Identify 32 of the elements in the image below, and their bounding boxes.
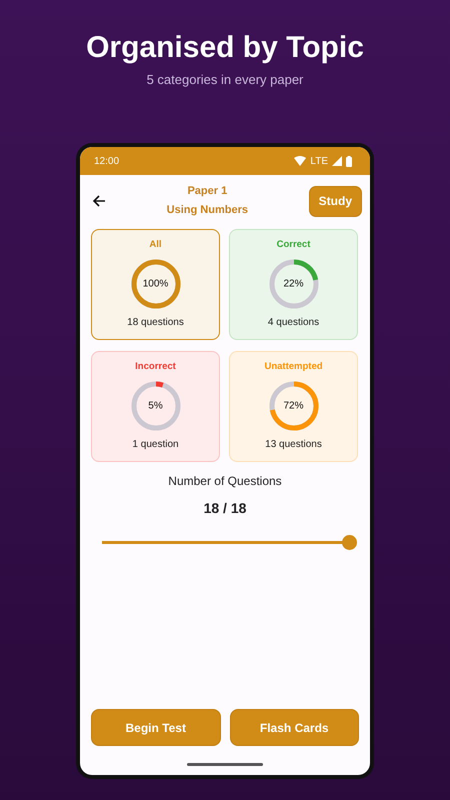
- category-label: Unattempted: [264, 361, 323, 372]
- progress-ring: [128, 379, 182, 433]
- battery-icon: [346, 156, 352, 166]
- percent-label: 5%: [148, 400, 163, 412]
- question-count: 4 questions: [268, 317, 320, 328]
- wifi-icon: [294, 156, 306, 166]
- paper-title: Paper 1: [186, 184, 228, 199]
- percent-label: 100%: [142, 278, 168, 290]
- progress-ring: [266, 379, 320, 433]
- progress-ring: [266, 257, 320, 311]
- headline-subtitle: 5 categories in every paper: [146, 72, 304, 87]
- category-card[interactable]: Unattempted 72% 13 questions: [229, 351, 358, 462]
- category-card[interactable]: All 100% 18 questions: [91, 229, 220, 340]
- question-count: 18 questions: [127, 317, 184, 328]
- percent-label: 72%: [284, 400, 304, 412]
- question-count: 13 questions: [265, 439, 322, 450]
- category-label: Correct: [276, 239, 310, 250]
- category-card[interactable]: Correct 22% 4 questions: [229, 229, 358, 340]
- number-value: 18 / 18: [202, 500, 248, 516]
- status-time: 12:00: [94, 156, 120, 166]
- topic-title: Using Numbers: [166, 203, 249, 218]
- question-count: 1 question: [132, 439, 179, 450]
- progress-ring: [128, 257, 182, 311]
- category-label: Incorrect: [135, 361, 176, 372]
- category-card[interactable]: Incorrect 5% 1 question: [91, 351, 220, 462]
- headline-title: Organised by Topic: [86, 30, 364, 66]
- percent-label: 22%: [284, 278, 304, 290]
- network-label: LTE: [310, 156, 328, 166]
- number-label: Number of Questions: [167, 474, 283, 488]
- category-label: All: [149, 239, 162, 250]
- back-arrow-icon[interactable]: [92, 194, 106, 208]
- signal-icon: [332, 156, 342, 166]
